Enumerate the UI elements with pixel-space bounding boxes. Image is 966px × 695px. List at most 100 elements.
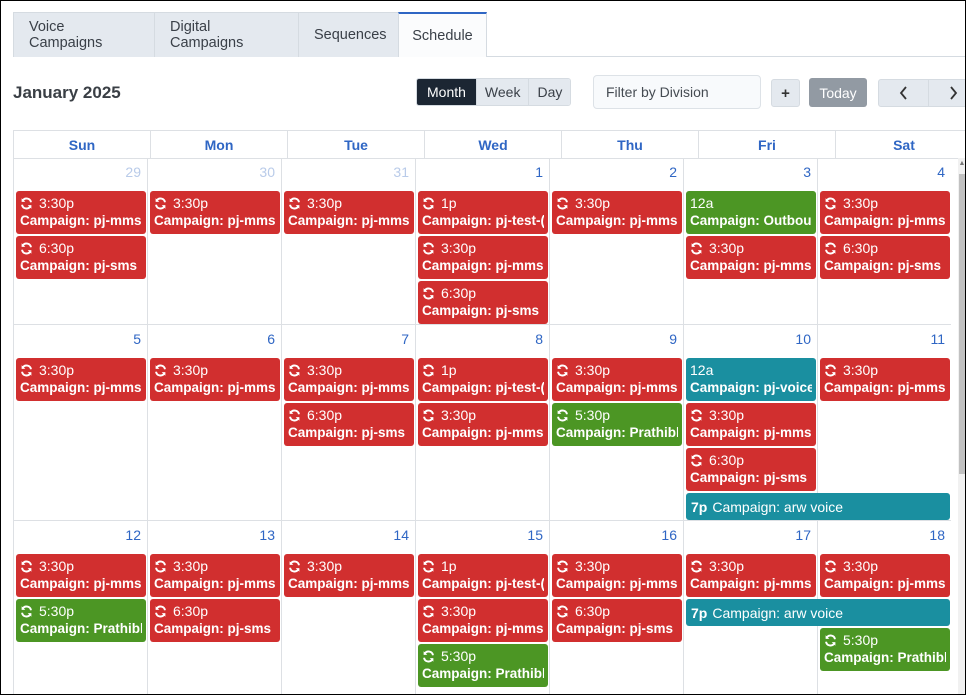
scroll-up-arrow-icon[interactable]: ▲ xyxy=(958,160,965,170)
calendar-scrollbar[interactable]: ▲ xyxy=(958,158,965,694)
add-button[interactable]: + xyxy=(771,79,800,107)
multi-day-event[interactable]: 7p Campaign: arw voice xyxy=(686,493,950,520)
day-number[interactable]: 18 xyxy=(929,527,945,543)
calendar-event[interactable]: 3:30p Campaign: pj-mms- xyxy=(820,191,950,234)
calendar-day-cell[interactable]: 31 3:30p Campaign: pj-mms- xyxy=(282,158,416,324)
calendar-event[interactable]: 5:30p Campaign: Prathibha xyxy=(418,644,548,687)
day-number[interactable]: 11 xyxy=(930,331,945,347)
calendar-event[interactable]: 3:30p Campaign: pj-mms- xyxy=(686,554,816,597)
calendar-day-cell[interactable]: 5 3:30p Campaign: pj-mms- xyxy=(14,325,148,520)
calendar-day-cell[interactable]: 9 3:30p Campaign: pj-mms- 5:30p Campaign: Pr… xyxy=(550,325,684,520)
event-title: Campaign: pj-test-( xyxy=(422,213,544,228)
calendar-event[interactable]: 6:30p Campaign: pj-sms xyxy=(418,281,548,324)
calendar-day-cell[interactable]: 29 3:30p Campaign: pj-mms- 6:30p Campaign: p… xyxy=(14,158,148,324)
calendar-event[interactable]: 3:30p Campaign: pj-mms- xyxy=(284,358,414,401)
calendar-event[interactable]: 3:30p Campaign: pj-mms- xyxy=(552,358,682,401)
calendar-day-cell[interactable]: 30 3:30p Campaign: pj-mms- xyxy=(148,158,282,324)
tab-voice-campaigns[interactable]: Voice Campaigns xyxy=(13,12,154,57)
calendar-day-cell[interactable]: 2 3:30p Campaign: pj-mms- xyxy=(550,158,684,324)
tab-schedule[interactable]: Schedule xyxy=(398,12,487,57)
day-number[interactable]: 8 xyxy=(535,331,543,347)
calendar-event[interactable]: 3:30p Campaign: pj-mms- xyxy=(16,191,146,234)
calendar-event[interactable]: 3:30p Campaign: pj-mms- xyxy=(686,236,816,279)
calendar-event[interactable]: 6:30p Campaign: pj-sms xyxy=(150,599,280,642)
day-number[interactable]: 16 xyxy=(661,527,677,543)
today-button[interactable]: Today xyxy=(809,78,867,107)
day-number[interactable]: 30 xyxy=(259,164,275,180)
calendar-event[interactable]: 1p Campaign: pj-test-( xyxy=(418,554,548,597)
calendar-day-cell[interactable]: 14 3:30p Campaign: pj-mms- xyxy=(282,521,416,694)
day-view-button[interactable]: Day xyxy=(528,79,571,105)
calendar-day-cell[interactable]: 3 12a Campaign: Outbound 3:30p Campaign: pj-… xyxy=(684,158,818,324)
calendar-event[interactable]: 6:30p Campaign: pj-sms xyxy=(820,236,950,279)
day-number[interactable]: 13 xyxy=(259,527,275,543)
calendar-event[interactable]: 12a Campaign: Outbound xyxy=(686,191,816,234)
day-of-week-header: Wed xyxy=(425,131,562,159)
tab-sequences[interactable]: Sequences xyxy=(298,12,398,57)
division-filter-input[interactable] xyxy=(593,75,761,109)
calendar-event[interactable]: 3:30p Campaign: pj-mms- xyxy=(150,358,280,401)
calendar-event[interactable]: 3:30p Campaign: pj-mms- xyxy=(418,236,548,279)
month-view-button[interactable]: Month xyxy=(417,79,476,105)
calendar-event[interactable]: 3:30p Campaign: pj-mms- xyxy=(418,403,548,446)
calendar-event[interactable]: 3:30p Campaign: pj-mms- xyxy=(150,554,280,597)
day-number[interactable]: 10 xyxy=(795,331,811,347)
previous-button[interactable] xyxy=(879,80,928,106)
day-number[interactable]: 6 xyxy=(267,331,275,347)
day-number[interactable]: 3 xyxy=(803,164,811,180)
week-view-button[interactable]: Week xyxy=(475,79,529,105)
recurring-icon xyxy=(289,364,300,376)
calendar-day-cell[interactable]: 1 1p Campaign: pj-test-(3:30p Campaign: pj-… xyxy=(416,158,550,324)
day-number[interactable]: 17 xyxy=(795,527,811,543)
calendar-event[interactable]: 1p Campaign: pj-test-( xyxy=(418,358,548,401)
multi-day-event[interactable]: 7p Campaign: arw voice xyxy=(686,599,950,626)
calendar-event[interactable]: 6:30p Campaign: pj-sms xyxy=(284,403,414,446)
calendar-day-cell[interactable]: 8 1p Campaign: pj-test-(3:30p Campaign: pj-… xyxy=(416,325,550,520)
calendar-day-cell[interactable]: 13 3:30p Campaign: pj-mms- 6:30p Campaign: p… xyxy=(148,521,282,694)
day-number[interactable]: 15 xyxy=(527,527,543,543)
calendar-day-cell[interactable]: 10 12a Campaign: pj-voice 3:30p Campaign: pj… xyxy=(684,325,818,520)
calendar-event[interactable]: 5:30p Campaign: Prathibha xyxy=(16,599,146,642)
calendar-day-cell[interactable]: 11 3:30p Campaign: pj-mms- xyxy=(818,325,951,520)
calendar-event[interactable]: 3:30p Campaign: pj-mms- xyxy=(150,191,280,234)
calendar-day-cell[interactable]: 12 3:30p Campaign: pj-mms- 5:30p Campaign: P… xyxy=(14,521,148,694)
event-title: Campaign: Prathibha xyxy=(824,650,946,665)
day-number[interactable]: 5 xyxy=(133,331,141,347)
calendar-event[interactable]: 3:30p Campaign: pj-mms- xyxy=(16,358,146,401)
calendar-day-cell[interactable]: 4 3:30p Campaign: pj-mms- 6:30p Campaign: pj… xyxy=(818,158,951,324)
scroll-thumb[interactable] xyxy=(959,174,965,474)
event-title: Campaign: pj-sms xyxy=(690,470,808,485)
calendar-event[interactable]: 3:30p Campaign: pj-mms- xyxy=(552,191,682,234)
next-button[interactable] xyxy=(928,80,965,106)
day-number[interactable]: 29 xyxy=(125,164,141,180)
day-number[interactable]: 4 xyxy=(937,164,945,180)
day-number[interactable]: 31 xyxy=(393,164,409,180)
day-number[interactable]: 9 xyxy=(669,331,677,347)
calendar-event[interactable]: 3:30p Campaign: pj-mms- xyxy=(16,554,146,597)
event-time: 12a xyxy=(690,362,714,378)
calendar-event[interactable]: 6:30p Campaign: pj-sms xyxy=(16,236,146,279)
calendar-day-cell[interactable]: 7 3:30p Campaign: pj-mms- 6:30p Campaign: pj… xyxy=(282,325,416,520)
calendar-event[interactable]: 6:30p Campaign: pj-sms xyxy=(686,448,816,491)
day-number[interactable]: 7 xyxy=(401,331,409,347)
calendar-event[interactable]: 3:30p Campaign: pj-mms- xyxy=(820,358,950,401)
calendar-event[interactable]: 5:30p Campaign: Prathibha xyxy=(820,628,950,671)
day-number[interactable]: 12 xyxy=(125,527,141,543)
calendar-event[interactable]: 5:30p Campaign: Prathibha xyxy=(552,403,682,446)
calendar-day-cell[interactable]: 6 3:30p Campaign: pj-mms- xyxy=(148,325,282,520)
calendar-event[interactable]: 3:30p Campaign: pj-mms- xyxy=(284,554,414,597)
calendar-event[interactable]: 3:30p Campaign: pj-mms- xyxy=(284,191,414,234)
day-number[interactable]: 2 xyxy=(669,164,677,180)
calendar-event[interactable]: 3:30p Campaign: pj-mms- xyxy=(820,554,950,597)
calendar-event[interactable]: 3:30p Campaign: pj-mms- xyxy=(418,599,548,642)
calendar-day-cell[interactable]: 16 3:30p Campaign: pj-mms- 6:30p Campaign: p… xyxy=(550,521,684,694)
day-number[interactable]: 1 xyxy=(535,164,543,180)
calendar-event[interactable]: 12a Campaign: pj-voice xyxy=(686,358,816,401)
calendar-event[interactable]: 3:30p Campaign: pj-mms- xyxy=(552,554,682,597)
tab-digital-campaigns[interactable]: Digital Campaigns xyxy=(154,12,298,57)
calendar-event[interactable]: 1p Campaign: pj-test-( xyxy=(418,191,548,234)
day-number[interactable]: 14 xyxy=(393,527,409,543)
calendar-event[interactable]: 3:30p Campaign: pj-mms- xyxy=(686,403,816,446)
calendar-event[interactable]: 6:30p Campaign: pj-sms xyxy=(552,599,682,642)
calendar-day-cell[interactable]: 15 1p Campaign: pj-test-(3:30p Campaign: pj… xyxy=(416,521,550,694)
